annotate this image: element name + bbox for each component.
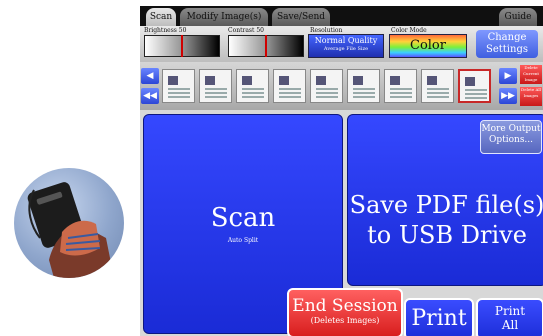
thumbnail-text-line <box>427 88 449 90</box>
end-session-subtext: (Deletes Images) <box>310 316 380 325</box>
tab-save-send[interactable]: Save/Send <box>272 8 330 26</box>
thumbnail-image-block <box>316 76 326 85</box>
page-thumbnail[interactable] <box>421 69 454 103</box>
tab-modify-images[interactable]: Modify Image(s) <box>180 8 268 26</box>
print-all-line2: All <box>501 318 519 332</box>
thumbnail-text-line <box>316 88 338 90</box>
thumbnail-text-line <box>279 92 301 94</box>
resolution-value: Normal Quality <box>314 36 378 45</box>
thumbnail-text-line <box>465 97 487 99</box>
print-all-button[interactable]: Print All <box>476 298 543 336</box>
print-all-line1: Print <box>494 304 526 318</box>
page-thumbnail[interactable] <box>236 69 269 103</box>
scanner-app-screen: Scan Modify Image(s) Save/Send Guide Bri… <box>140 6 543 336</box>
contrast-slider-handle[interactable] <box>265 35 267 57</box>
thumbnail-text-line <box>427 92 449 94</box>
scroll-first-icon[interactable]: ◀◀ <box>141 88 159 104</box>
thumbnail-text-line <box>353 92 375 94</box>
save-pdf-line2: to USB Drive <box>367 221 527 249</box>
page-thumbnail[interactable] <box>199 69 232 103</box>
color-mode-button[interactable]: Color <box>389 34 467 58</box>
more-output-options-button[interactable]: More Output Options... <box>480 120 542 154</box>
tab-scan[interactable]: Scan <box>146 8 176 26</box>
thumbnail-text-line <box>242 92 264 94</box>
thumbnail-text-line <box>465 89 487 91</box>
thumbnail-text-line <box>168 88 190 90</box>
thumbnail-text-line <box>316 92 338 94</box>
scanner-device-image <box>14 168 124 278</box>
thumbnail-image-block <box>205 76 215 85</box>
page-thumbnail[interactable] <box>458 69 491 103</box>
color-mode-label: Color Mode <box>391 27 427 34</box>
thumbnail-image-block <box>427 76 437 85</box>
brightness-slider[interactable] <box>144 35 220 57</box>
thumbnail-text-line <box>168 92 190 94</box>
thumbnail-text-line <box>390 92 412 94</box>
end-session-button[interactable]: End Session (Deletes Images) <box>287 288 403 336</box>
page-thumbnail[interactable] <box>273 69 306 103</box>
hand-with-scanner-icon <box>27 182 114 278</box>
thumbnail-text-line <box>465 93 487 95</box>
scan-button-subtext: Auto Split <box>227 237 259 244</box>
thumbnail-text-line <box>353 88 375 90</box>
scan-button-label: Scan <box>210 203 276 233</box>
thumbnail-text-line <box>427 96 449 98</box>
thumbnail-text-line <box>205 88 227 90</box>
settings-bar: Brightness 50 Contrast 50 Resolution Nor… <box>140 26 543 62</box>
save-pdf-line1: Save PDF file(s) <box>349 191 543 219</box>
resolution-button[interactable]: Normal Quality Average File Size <box>308 34 384 58</box>
delete-current-image-button[interactable]: Delete Current Image <box>520 65 542 84</box>
page-thumbnail[interactable] <box>347 69 380 103</box>
thumbnail-text-line <box>168 96 190 98</box>
resolution-label: Resolution <box>310 27 343 34</box>
thumbnail-image-block <box>390 76 400 85</box>
thumbnail-text-line <box>279 96 301 98</box>
thumbnail-text-line <box>390 96 412 98</box>
thumbnail-image-block <box>168 76 178 85</box>
thumbnail-image-block <box>242 76 252 85</box>
page-thumbnail[interactable] <box>384 69 417 103</box>
tab-bar: Scan Modify Image(s) Save/Send Guide <box>140 6 543 26</box>
print-button[interactable]: Print <box>404 298 474 336</box>
thumbnail-text-line <box>205 96 227 98</box>
thumbnail-text-line <box>353 96 375 98</box>
end-session-label: End Session <box>292 296 398 316</box>
scroll-last-icon[interactable]: ▶▶ <box>499 88 517 104</box>
change-settings-button[interactable]: Change Settings <box>476 30 538 58</box>
page-thumbnail[interactable] <box>162 69 195 103</box>
scroll-right-icon[interactable]: ▶ <box>499 68 517 84</box>
scroll-left-icon[interactable]: ◀ <box>141 68 159 84</box>
main-action-area: Scan Auto Split Save PDF file(s) to USB … <box>140 110 543 336</box>
thumbnail-image-block <box>465 77 475 86</box>
brightness-label: Brightness 50 <box>144 27 187 34</box>
contrast-label: Contrast 50 <box>228 27 264 34</box>
resolution-subtext: Average File Size <box>323 46 369 52</box>
tab-guide[interactable]: Guide <box>499 8 537 26</box>
thumbnail-image-block <box>279 76 289 85</box>
thumbnail-text-line <box>279 88 301 90</box>
thumbnail-text-line <box>316 96 338 98</box>
thumbnail-text-line <box>205 92 227 94</box>
thumbnail-text-line <box>242 88 264 90</box>
delete-all-images-button[interactable]: Delete All Images <box>520 87 542 106</box>
thumbnail-text-line <box>390 88 412 90</box>
brightness-slider-handle[interactable] <box>181 35 183 57</box>
thumbnail-image-block <box>353 76 363 85</box>
thumbnail-strip: ◀ ◀◀ ▶ ▶▶ Delete Current Image Delete Al… <box>140 62 543 110</box>
page-thumbnail[interactable] <box>310 69 343 103</box>
thumbnail-text-line <box>242 96 264 98</box>
contrast-slider[interactable] <box>228 35 304 57</box>
